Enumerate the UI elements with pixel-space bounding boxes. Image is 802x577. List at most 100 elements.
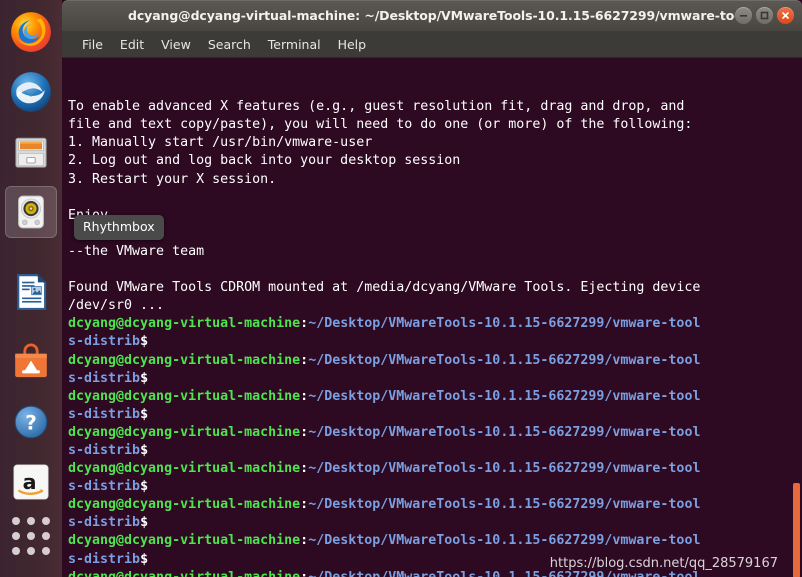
launcher-tooltip: Rhythmbox <box>74 215 164 241</box>
terminal-prompt-line: dcyang@dcyang-virtual-machine:~/Desktop/… <box>68 460 802 478</box>
prompt-user-host: dcyang@dcyang-virtual-machine <box>68 352 301 368</box>
prompt-separator: : <box>300 497 309 513</box>
terminal-scrollbar[interactable] <box>790 58 802 577</box>
ubuntu-software-bag-icon <box>15 343 47 378</box>
prompt-path-wrap: s-distrib <box>68 479 141 495</box>
terminal-output-line: To enable advanced X features (e.g., gue… <box>68 99 685 115</box>
terminal-prompt-line: dcyang@dcyang-virtual-machine:~/Desktop/… <box>68 315 802 333</box>
window-controls <box>735 7 802 24</box>
minimize-icon <box>740 15 747 17</box>
menu-item-file[interactable]: File <box>82 37 103 52</box>
launcher-item-firefox[interactable] <box>5 6 57 58</box>
launcher-item-amazon[interactable]: a <box>5 456 57 508</box>
maximize-button[interactable] <box>756 7 773 24</box>
menu-item-edit[interactable]: Edit <box>120 37 144 52</box>
terminal-prompt-line: dcyang@dcyang-virtual-machine:~/Desktop/… <box>68 424 802 442</box>
desktop-screen: ? a dcyang@dcyang-virtual-machine: ~/Des… <box>0 0 802 577</box>
unity-launcher: ? a <box>0 0 62 577</box>
prompt-symbol: $ <box>140 551 149 567</box>
prompt-user-host: dcyang@dcyang-virtual-machine <box>68 424 301 440</box>
terminal-prompt-line: dcyang@dcyang-virtual-machine:~/Desktop/… <box>68 532 802 550</box>
prompt-path: ~/Desktop/VMwareTools-10.1.15-6627299/vm… <box>308 352 701 368</box>
menu-item-view[interactable]: View <box>161 37 191 52</box>
prompt-symbol: $ <box>140 442 149 458</box>
prompt-path: ~/Desktop/VMwareTools-10.1.15-6627299/vm… <box>308 424 701 440</box>
scrollbar-thumb[interactable] <box>793 483 800 577</box>
close-button[interactable] <box>777 7 794 24</box>
prompt-path: ~/Desktop/VMwareTools-10.1.15-6627299/vm… <box>308 316 701 332</box>
menu-item-search[interactable]: Search <box>208 37 251 52</box>
help-question-icon: ? <box>14 405 48 439</box>
close-icon <box>782 12 789 19</box>
grid-dot <box>27 547 35 555</box>
libreoffice-writer-icon <box>17 274 47 310</box>
prompt-user-host: dcyang@dcyang-virtual-machine <box>68 316 301 332</box>
terminal-prompt-wrap-line: s-distrib$ <box>68 406 802 424</box>
terminal-output-line: Found VMware Tools CDROM mounted at /med… <box>68 280 701 296</box>
terminal-prompt-line: dcyang@dcyang-virtual-machine:~/Desktop/… <box>68 388 802 406</box>
grid-dot <box>42 532 50 540</box>
launcher-item-rhythmbox[interactable] <box>5 186 57 238</box>
prompt-path: ~/Desktop/VMwareTools-10.1.15-6627299/vm… <box>308 533 701 549</box>
menu-item-terminal[interactable]: Terminal <box>268 37 321 52</box>
terminal-output-line: 3. Restart your X session. <box>68 171 277 187</box>
grid-dot <box>12 532 20 540</box>
prompt-symbol: $ <box>140 515 149 531</box>
terminal-output-area[interactable]: To enable advanced X features (e.g., gue… <box>62 58 802 577</box>
terminal-prompt-wrap-line: s-distrib$ <box>68 442 802 460</box>
terminal-prompt-wrap-line: s-distrib$ <box>68 333 802 351</box>
launcher-item-ubuntu-software[interactable] <box>5 336 57 388</box>
prompt-user-host: dcyang@dcyang-virtual-machine <box>68 497 301 513</box>
prompt-user-host: dcyang@dcyang-virtual-machine <box>68 388 301 404</box>
files-cabinet-icon <box>15 137 47 168</box>
terminal-content: To enable advanced X features (e.g., gue… <box>68 98 802 577</box>
prompt-user-host: dcyang@dcyang-virtual-machine <box>68 570 300 577</box>
prompt-separator: : <box>300 352 309 368</box>
menu-item-help[interactable]: Help <box>338 37 367 52</box>
grid-dot <box>12 547 20 555</box>
prompt-separator: : <box>300 424 309 440</box>
launcher-item-files[interactable] <box>5 126 57 178</box>
terminal-output-line: Enjoy, <box>68 207 802 225</box>
terminal-prompt-wrap-line: s-distrib$ <box>68 514 802 532</box>
terminal-window: dcyang@dcyang-virtual-machine: ~/Desktop… <box>62 0 802 577</box>
svg-text:?: ? <box>25 412 37 435</box>
launcher-item-help[interactable]: ? <box>5 396 57 448</box>
amazon-icon: a <box>13 464 49 500</box>
prompt-symbol: $ <box>140 406 149 422</box>
minimize-button[interactable] <box>735 7 752 24</box>
prompt-separator: : <box>300 461 309 477</box>
terminal-prompt-line: dcyang@dcyang-virtual-machine:~/Desktop/… <box>68 496 802 514</box>
prompt-path: ~/Desktop/VMwareTools-10.1.15-6627299/vm… <box>308 461 701 477</box>
launcher-item-libreoffice-writer[interactable] <box>5 266 57 318</box>
window-titlebar[interactable]: dcyang@dcyang-virtual-machine: ~/Desktop… <box>62 0 802 31</box>
prompt-path: ~/Desktop/VMwareTools-10.1.15-6627299/vm… <box>308 388 701 404</box>
prompt-separator: : <box>300 316 309 332</box>
prompt-user-host: dcyang@dcyang-virtual-machine <box>68 533 301 549</box>
prompt-path-wrap: s-distrib <box>68 551 141 567</box>
launcher-item-thunderbird[interactable] <box>5 66 57 118</box>
grid-dot <box>42 547 50 555</box>
terminal-output-line: file and text copy/paste), you will need… <box>68 117 693 133</box>
terminal-prompt-line: dcyang@dcyang-virtual-machine:~/Desktop/… <box>68 352 802 370</box>
prompt-path: ~/Desktop/VMwareTools-10.1.15-6627299/vm… <box>308 497 701 513</box>
grid-dot <box>27 532 35 540</box>
prompt-path-wrap: s-distrib <box>68 442 141 458</box>
terminal-output-line: 1. Manually start /usr/bin/vmware-user <box>68 135 373 151</box>
prompt-path-wrap: s-distrib <box>68 370 141 386</box>
terminal-output-line: --the VMware team <box>68 243 205 259</box>
prompt-separator: : <box>300 570 308 577</box>
svg-text:a: a <box>23 470 37 494</box>
prompt-symbol: $ <box>140 479 149 495</box>
prompt-symbol: $ <box>140 334 149 350</box>
terminal-prompt-wrap-line: s-distrib$ <box>68 478 802 496</box>
prompt-path-wrap: s-distrib <box>68 406 141 422</box>
prompt-user-host: dcyang@dcyang-virtual-machine <box>68 461 301 477</box>
prompt-symbol: $ <box>140 370 149 386</box>
terminal-output-line: /dev/sr0 ... <box>68 298 165 314</box>
apps-grid-button[interactable] <box>12 517 52 557</box>
prompt-path-wrap: s-distrib <box>68 334 141 350</box>
rhythmbox-icon <box>18 195 44 229</box>
